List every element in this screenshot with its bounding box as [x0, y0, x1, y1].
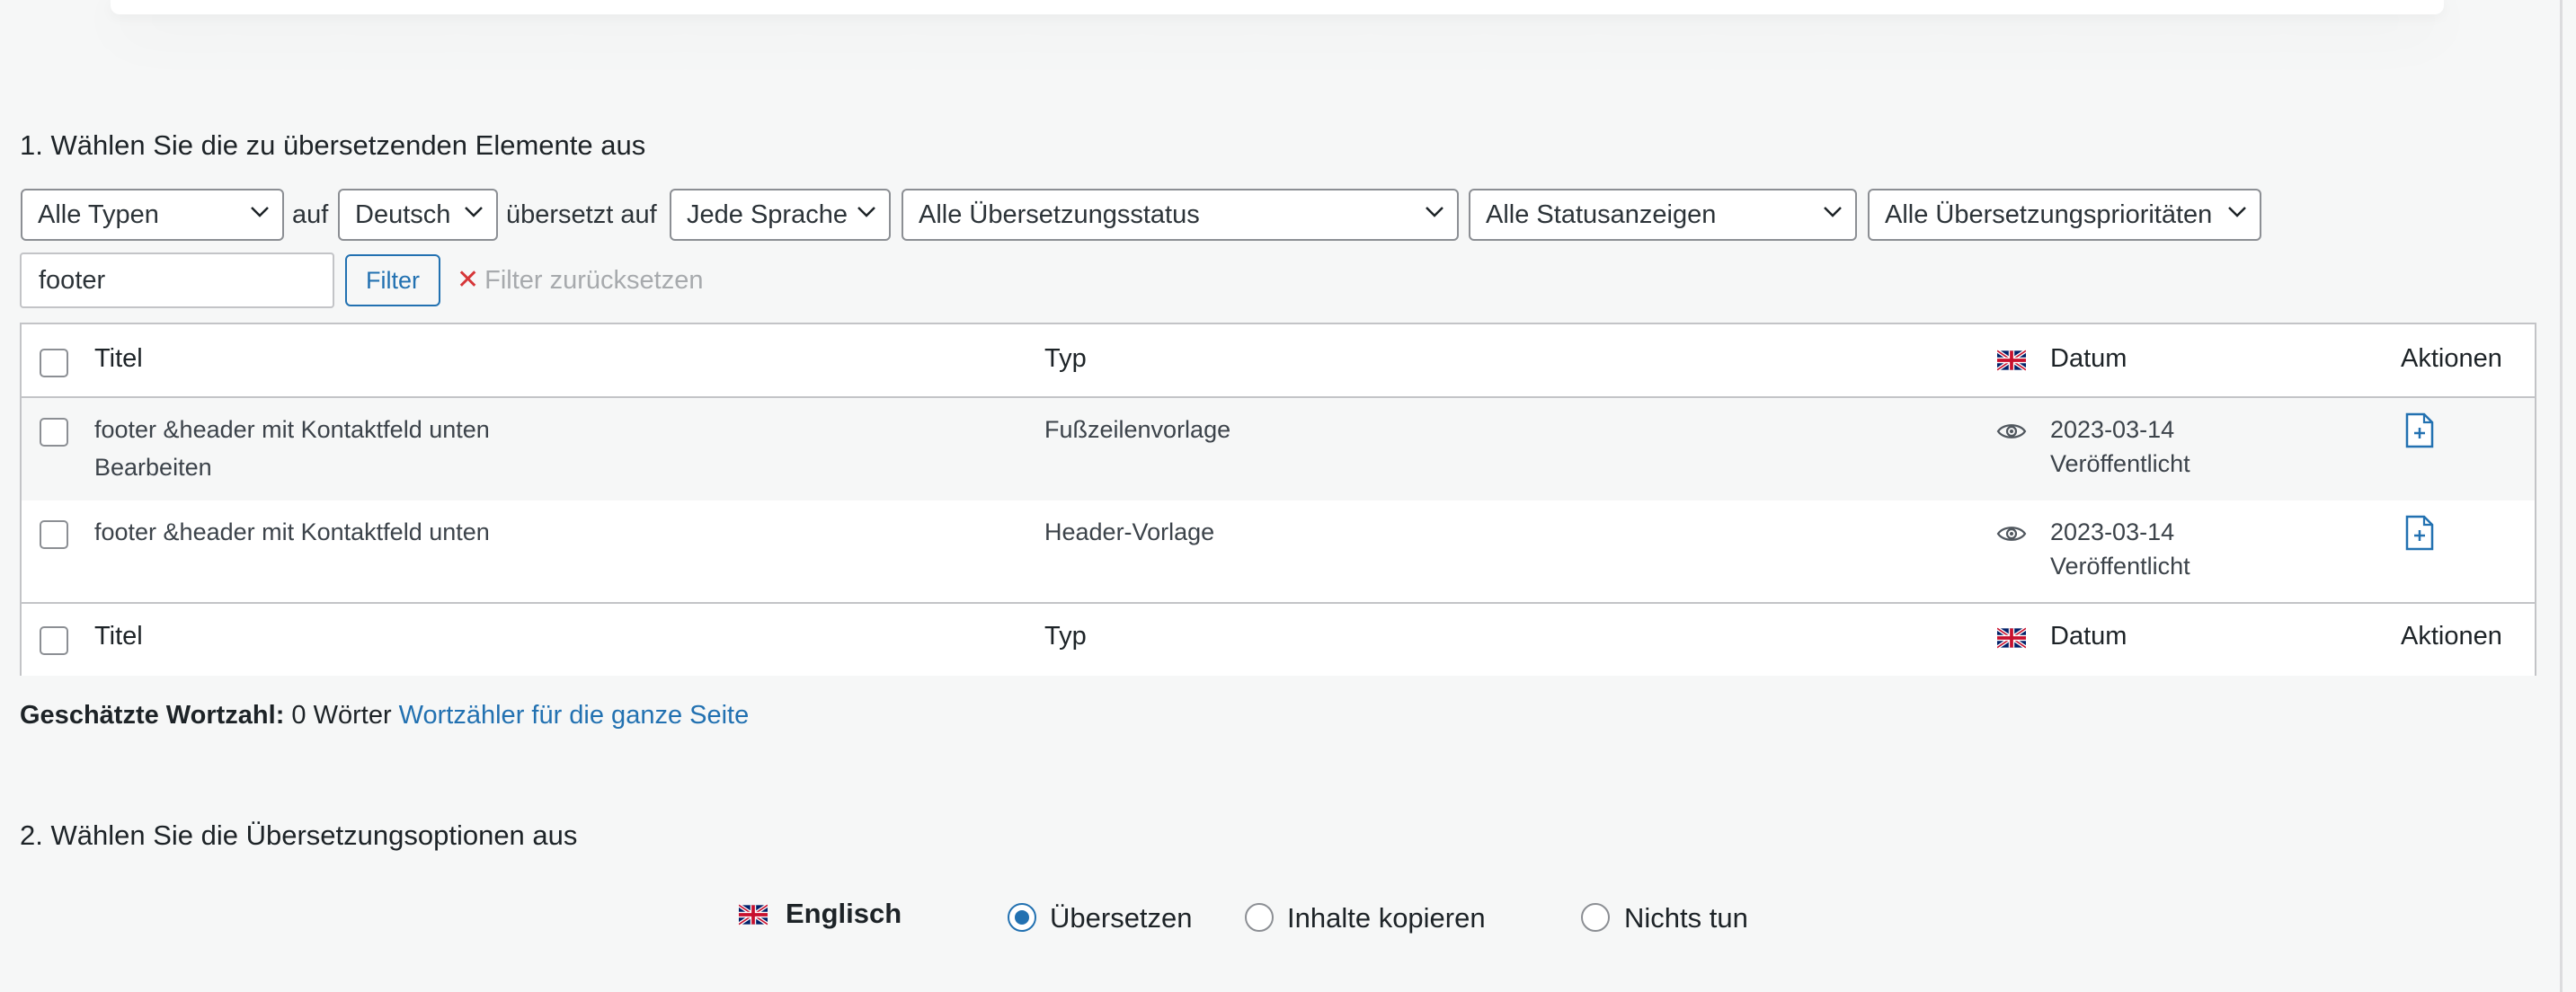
reset-filter-link[interactable]: ✕ Filter zurücksetzen [457, 254, 704, 306]
table-row: footer &header mit Kontaktfeld unten Hea… [22, 500, 2535, 602]
section1-heading: 1. Wählen Sie die zu übersetzenden Eleme… [20, 129, 646, 161]
translation-status-value: Alle Übersetzungsstatus [919, 200, 1200, 229]
option-copy-label[interactable]: Inhalte kopieren [1287, 902, 1486, 934]
chevron-down-icon [1823, 206, 1843, 218]
target-language-label: Englisch [786, 898, 902, 929]
translation-status-select[interactable]: Alle Übersetzungsstatus [902, 189, 1459, 241]
column-type: Typ [1044, 622, 1087, 651]
eye-icon[interactable] [1996, 524, 2027, 544]
table-header: Titel Typ Datum Aktionen [22, 324, 2535, 398]
scrollbar[interactable] [2560, 0, 2563, 992]
document-plus-icon[interactable] [2404, 412, 2435, 448]
uk-flag-icon [739, 904, 768, 926]
column-type: Typ [1044, 344, 1087, 373]
column-actions: Aktionen [2401, 344, 2502, 373]
items-table: Titel Typ Datum Aktionen footer &header … [20, 323, 2536, 676]
filter-button[interactable]: Filter [345, 254, 440, 306]
row-date: 2023-03-14 [2050, 518, 2175, 545]
column-date[interactable]: Datum [2050, 622, 2127, 651]
top-card [111, 0, 2444, 14]
select-all-checkbox-footer[interactable] [40, 626, 68, 655]
row-type: Fußzeilenvorlage [1044, 416, 1231, 443]
close-icon: ✕ [457, 265, 480, 295]
chevron-down-icon [250, 206, 270, 218]
uk-flag-icon [1997, 627, 2026, 649]
document-plus-icon[interactable] [2404, 515, 2435, 551]
word-count: Geschätzte Wortzahl: 0 Wörter Wortzähler… [20, 701, 749, 731]
word-from: auf [292, 200, 329, 229]
chevron-down-icon [857, 206, 876, 218]
priority-select-value: Alle Übersetzungsprioritäten [1885, 200, 2213, 229]
uk-flag-icon [1997, 350, 2026, 371]
column-actions: Aktionen [2401, 622, 2502, 651]
row-title: footer &header mit Kontaktfeld unten [94, 518, 490, 545]
word-translated: übersetzt auf [506, 200, 657, 229]
type-select[interactable]: Alle Typen [21, 189, 284, 241]
chevron-down-icon [2227, 206, 2247, 218]
column-title[interactable]: Titel [94, 622, 143, 651]
word-count-label: Geschätzte Wortzahl: [20, 701, 285, 730]
word-count-link[interactable]: Wortzähler für die ganze Seite [399, 701, 750, 730]
chevron-down-icon [1425, 206, 1444, 218]
table-row: footer &header mit Kontaktfeld unten Bea… [22, 398, 2535, 500]
column-title[interactable]: Titel [94, 344, 143, 374]
row-checkbox[interactable] [40, 520, 68, 549]
column-date[interactable]: Datum [2050, 344, 2127, 374]
row-checkbox[interactable] [40, 418, 68, 447]
target-language-select[interactable]: Jede Sprache [670, 189, 891, 241]
edit-link[interactable]: Bearbeiten [94, 454, 212, 482]
reset-filter-label: Filter zurücksetzen [484, 266, 704, 295]
row-type: Header-Vorlage [1044, 518, 1215, 545]
language-select-value: Deutsch [355, 200, 451, 229]
chevron-down-icon [464, 206, 484, 218]
eye-icon[interactable] [1996, 421, 2027, 441]
option-nothing-label[interactable]: Nichts tun [1624, 902, 1748, 934]
row-date: 2023-03-14 [2050, 416, 2175, 443]
row-title: footer &header mit Kontaktfeld unten [94, 416, 490, 443]
select-all-checkbox[interactable] [40, 349, 68, 377]
language-select[interactable]: Deutsch [338, 189, 498, 241]
target-language-value: Jede Sprache [687, 200, 848, 229]
row-status: Veröffentlicht [2050, 450, 2190, 477]
section2-heading: 2. Wählen Sie die Übersetzungsoptionen a… [20, 819, 578, 851]
option-translate-label[interactable]: Übersetzen [1050, 902, 1193, 934]
option-nothing-radio[interactable] [1581, 903, 1610, 932]
table-footer: Titel Typ Datum Aktionen [22, 602, 2535, 676]
option-translate-radio[interactable] [1008, 903, 1036, 932]
priority-select[interactable]: Alle Übersetzungsprioritäten [1868, 189, 2261, 241]
status-display-select[interactable]: Alle Statusanzeigen [1469, 189, 1857, 241]
word-count-value: 0 Wörter [291, 701, 392, 730]
row-status: Veröffentlicht [2050, 553, 2190, 580]
status-display-value: Alle Statusanzeigen [1486, 200, 1717, 229]
type-select-value: Alle Typen [38, 200, 159, 229]
option-copy-radio[interactable] [1245, 903, 1274, 932]
search-input[interactable]: footer [20, 252, 334, 308]
